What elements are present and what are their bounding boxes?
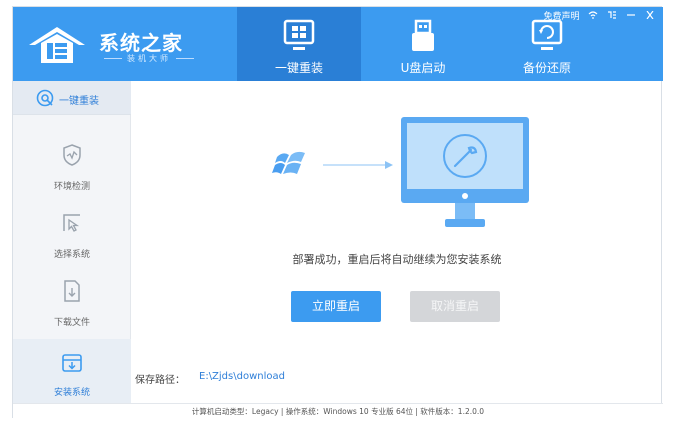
tab-label: 一键重装	[274, 61, 323, 75]
main-panel: 部署成功，重启后将自动继续为您安装系统 立即重启 取消重启 保存路径： E:\Z…	[131, 81, 663, 403]
sidebar-item-install-system[interactable]: 安装系统	[13, 339, 131, 403]
save-path-link[interactable]: E:\Zjds\download	[199, 371, 285, 382]
arrow-icon	[323, 161, 393, 169]
windows-logo-icon	[272, 151, 305, 174]
tab-usb-boot[interactable]: U盘启动	[361, 7, 485, 81]
sidebar: 一键重装 环境检测 选择系统 下载文件 安装系统	[13, 81, 131, 403]
sidebar-item-select-system[interactable]: 选择系统	[13, 205, 131, 263]
header-bar: 系统之家 装机大师 一键重装 U盘启动 备份还原 免费声明	[13, 7, 663, 81]
app-title: 系统之家	[99, 31, 183, 55]
cancel-restart-button[interactable]: 取消重启	[410, 291, 500, 322]
windows-monitor-icon	[283, 19, 315, 50]
sidebar-item-label: 安装系统	[53, 388, 90, 398]
install-box-icon	[62, 354, 82, 372]
sidebar-item-reinstall[interactable]: 一键重装	[13, 81, 131, 115]
sidebar-item-env-check[interactable]: 环境检测	[13, 137, 131, 195]
house-logo-icon	[29, 27, 85, 63]
sidebar-item-download-files[interactable]: 下载文件	[13, 273, 131, 331]
app-subtitle: 装机大师	[99, 53, 199, 64]
tab-label: U盘启动	[400, 61, 446, 75]
restart-now-button[interactable]: 立即重启	[291, 291, 381, 322]
tab-label: 备份还原	[522, 61, 571, 75]
monitor-repair-icon	[401, 117, 529, 227]
cursor-select-icon	[63, 214, 80, 232]
minimize-icon[interactable]	[626, 9, 636, 22]
disclaimer-link[interactable]: 免费声明	[543, 9, 579, 22]
close-icon[interactable]	[645, 9, 655, 22]
status-bar: 计算机启动类型：Legacy | 操作系统：Windows 10 专业版 64位…	[13, 403, 663, 419]
reinstall-icon	[36, 89, 54, 107]
status-message: 部署成功，重启后将自动继续为您安装系统	[292, 253, 502, 266]
wifi-icon[interactable]	[588, 9, 598, 22]
sidebar-item-label: 一键重装	[59, 96, 99, 107]
shield-icon	[63, 144, 81, 166]
app-window: 系统之家 装机大师 一键重装 U盘启动 备份还原 免费声明 一键重装 环境检测 …	[12, 6, 663, 419]
app-logo: 系统之家 装机大师	[27, 23, 197, 67]
sidebar-item-label: 选择系统	[53, 250, 90, 260]
settings-icon[interactable]	[607, 9, 617, 22]
window-controls: 免费声明	[537, 9, 655, 22]
tab-reinstall[interactable]: 一键重装	[237, 7, 361, 81]
usb-drive-icon	[412, 19, 434, 51]
sidebar-item-label: 环境检测	[53, 182, 90, 192]
sidebar-item-label: 下载文件	[53, 318, 90, 328]
save-path-label: 保存路径：	[135, 375, 185, 386]
download-file-icon	[64, 280, 80, 302]
backup-restore-icon	[531, 19, 563, 50]
